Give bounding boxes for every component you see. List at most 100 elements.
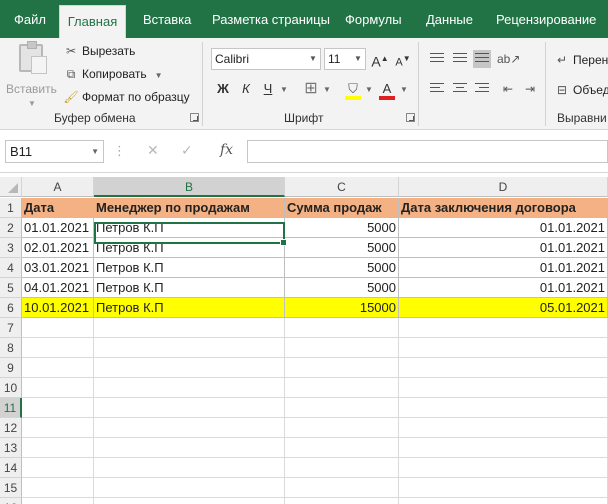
- table-cell[interactable]: [94, 498, 285, 504]
- table-cell[interactable]: 5000: [285, 218, 399, 238]
- font-color-button[interactable]: A: [376, 78, 398, 100]
- tab-file[interactable]: Файл: [12, 0, 48, 38]
- table-cell[interactable]: [22, 318, 94, 338]
- table-cell[interactable]: Петров К.П: [94, 258, 285, 278]
- table-cell[interactable]: [94, 318, 285, 338]
- tab-review[interactable]: Рецензирование: [494, 0, 598, 38]
- table-cell[interactable]: [285, 498, 399, 504]
- table-cell[interactable]: [285, 438, 399, 458]
- tab-data[interactable]: Данные: [424, 0, 475, 38]
- name-box[interactable]: B11 ▼: [5, 140, 104, 163]
- align-center-button[interactable]: [451, 80, 469, 98]
- table-cell[interactable]: 15000: [285, 298, 399, 318]
- merge-button[interactable]: ⊟ Объед: [554, 80, 608, 100]
- table-cell[interactable]: 01.01.2021: [399, 238, 608, 258]
- table-cell[interactable]: [285, 398, 399, 418]
- align-bottom-button[interactable]: [473, 50, 491, 68]
- table-cell[interactable]: 5000: [285, 258, 399, 278]
- table-cell[interactable]: 5000: [285, 238, 399, 258]
- tab-insert[interactable]: Вставка: [141, 0, 193, 38]
- paste-button[interactable]: Вставить ▼: [6, 41, 57, 108]
- column-header-a[interactable]: A: [22, 177, 94, 197]
- borders-button[interactable]: ⊞: [300, 78, 322, 100]
- tab-home[interactable]: Главная: [59, 5, 126, 38]
- row-header[interactable]: 13: [0, 438, 22, 458]
- row-header[interactable]: 7: [0, 318, 22, 338]
- drag-handle-icon[interactable]: ⋮: [113, 143, 126, 159]
- align-middle-button[interactable]: [451, 50, 469, 68]
- table-cell[interactable]: [94, 378, 285, 398]
- insert-function-icon[interactable]: fx: [220, 142, 233, 158]
- column-header-d[interactable]: D: [399, 177, 608, 197]
- table-cell[interactable]: [399, 338, 608, 358]
- chevron-down-icon[interactable]: ▼: [365, 85, 373, 94]
- italic-button[interactable]: К: [235, 78, 257, 100]
- table-cell[interactable]: [399, 418, 608, 438]
- row-header[interactable]: 6: [0, 298, 22, 318]
- table-cell[interactable]: 01.01.2021: [22, 218, 94, 238]
- table-cell[interactable]: 03.01.2021: [22, 258, 94, 278]
- column-header-c[interactable]: C: [285, 177, 399, 197]
- row-header[interactable]: 1: [0, 198, 22, 218]
- chevron-down-icon[interactable]: ▼: [400, 85, 408, 94]
- table-cell[interactable]: [22, 338, 94, 358]
- table-cell[interactable]: [399, 478, 608, 498]
- grow-font-button[interactable]: A▲: [369, 48, 391, 70]
- row-header[interactable]: 4: [0, 258, 22, 278]
- fill-color-button[interactable]: ⛉: [342, 78, 364, 100]
- table-cell[interactable]: 10.01.2021: [22, 298, 94, 318]
- chevron-down-icon[interactable]: ▼: [280, 85, 288, 94]
- table-cell[interactable]: [285, 338, 399, 358]
- row-header[interactable]: 11: [0, 398, 22, 418]
- table-cell[interactable]: [22, 458, 94, 478]
- table-cell[interactable]: [94, 418, 285, 438]
- table-cell[interactable]: 01.01.2021: [399, 258, 608, 278]
- font-family-select[interactable]: Calibri ▼: [211, 48, 321, 70]
- clipboard-dialog-launcher-icon[interactable]: [190, 113, 199, 122]
- orientation-button[interactable]: ab↗: [497, 48, 520, 70]
- underline-button[interactable]: Ч: [257, 78, 279, 100]
- tab-formulas[interactable]: Формулы: [343, 0, 404, 38]
- table-cell[interactable]: 5000: [285, 278, 399, 298]
- table-cell[interactable]: [399, 318, 608, 338]
- row-header[interactable]: 10: [0, 378, 22, 398]
- table-cell[interactable]: [94, 358, 285, 378]
- column-header-b[interactable]: B: [94, 177, 285, 197]
- table-cell[interactable]: 01.01.2021: [399, 278, 608, 298]
- table-cell[interactable]: [285, 458, 399, 478]
- table-cell[interactable]: [285, 318, 399, 338]
- formula-input[interactable]: [247, 140, 608, 163]
- table-cell[interactable]: [399, 458, 608, 478]
- table-header-cell[interactable]: Сумма продаж: [285, 198, 399, 218]
- table-cell[interactable]: [285, 478, 399, 498]
- table-cell[interactable]: [399, 498, 608, 504]
- table-cell[interactable]: [22, 378, 94, 398]
- row-header[interactable]: 16: [0, 498, 22, 504]
- row-header[interactable]: 8: [0, 338, 22, 358]
- table-cell[interactable]: [94, 338, 285, 358]
- active-cell-b11[interactable]: [94, 222, 287, 246]
- table-cell[interactable]: 01.01.2021: [399, 218, 608, 238]
- table-cell[interactable]: [399, 358, 608, 378]
- table-cell[interactable]: [94, 478, 285, 498]
- table-cell[interactable]: Петров К.П: [94, 278, 285, 298]
- row-header[interactable]: 14: [0, 458, 22, 478]
- table-cell[interactable]: [22, 478, 94, 498]
- table-cell[interactable]: [399, 398, 608, 418]
- table-cell[interactable]: [22, 358, 94, 378]
- font-dialog-launcher-icon[interactable]: [406, 113, 415, 122]
- select-all-corner[interactable]: [0, 177, 22, 197]
- align-top-button[interactable]: [428, 50, 446, 68]
- format-painter-button[interactable]: 🖌 Формат по образцу: [63, 87, 189, 107]
- align-right-button[interactable]: [473, 80, 491, 98]
- table-cell[interactable]: [399, 438, 608, 458]
- decrease-indent-button[interactable]: ⇤: [497, 78, 519, 100]
- table-header-cell[interactable]: Дата: [22, 198, 94, 218]
- cancel-icon[interactable]: ✕: [147, 142, 159, 159]
- table-cell[interactable]: [94, 398, 285, 418]
- enter-icon[interactable]: ✓: [181, 142, 193, 159]
- table-cell[interactable]: [22, 418, 94, 438]
- table-header-cell[interactable]: Менеджер по продажам: [94, 198, 285, 218]
- cut-button[interactable]: ✂ Вырезать: [63, 41, 135, 61]
- row-header[interactable]: 2: [0, 218, 22, 238]
